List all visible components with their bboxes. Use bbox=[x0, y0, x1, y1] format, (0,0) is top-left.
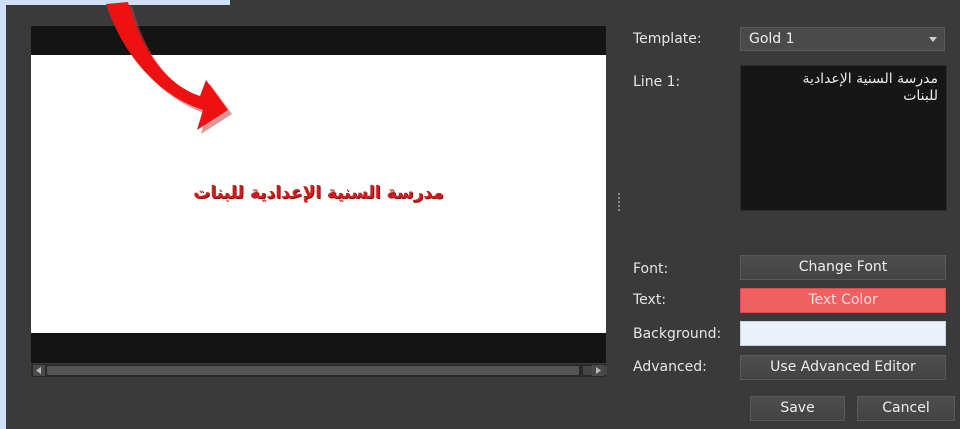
line1-textarea[interactable]: مدرسة السنية الإعدادية للبنات bbox=[740, 65, 947, 211]
font-label: Font: bbox=[633, 261, 669, 277]
template-select-value: Gold 1 bbox=[749, 31, 795, 47]
scrollbar-thumb[interactable] bbox=[47, 366, 579, 375]
chevron-down-icon bbox=[929, 37, 937, 42]
arrow-right-icon[interactable] bbox=[592, 365, 604, 376]
text-color-button[interactable]: Text Color bbox=[740, 288, 946, 313]
arrow-left-icon[interactable] bbox=[33, 365, 45, 376]
text-label: Text: bbox=[633, 292, 667, 308]
advanced-label: Advanced: bbox=[633, 359, 707, 375]
panel-splitter[interactable] bbox=[618, 193, 621, 215]
background-label: Background: bbox=[633, 326, 722, 342]
advanced-editor-button[interactable]: Use Advanced Editor bbox=[740, 355, 946, 380]
cancel-button[interactable]: Cancel bbox=[857, 396, 955, 421]
background-color-button[interactable]: Background Color bbox=[740, 321, 946, 346]
preview-horizontal-scrollbar[interactable] bbox=[31, 364, 607, 377]
save-button[interactable]: Save bbox=[750, 396, 845, 421]
template-select[interactable]: Gold 1 bbox=[740, 27, 945, 51]
preview-title-text: مدرسة السنية الإعدادية للبنات bbox=[193, 183, 444, 203]
template-label: Template: bbox=[633, 31, 702, 47]
curved-arrow-icon bbox=[106, 2, 232, 134]
change-font-button[interactable]: Change Font bbox=[740, 255, 946, 280]
window-frame-left bbox=[0, 0, 6, 429]
line1-label: Line 1: bbox=[633, 74, 681, 90]
